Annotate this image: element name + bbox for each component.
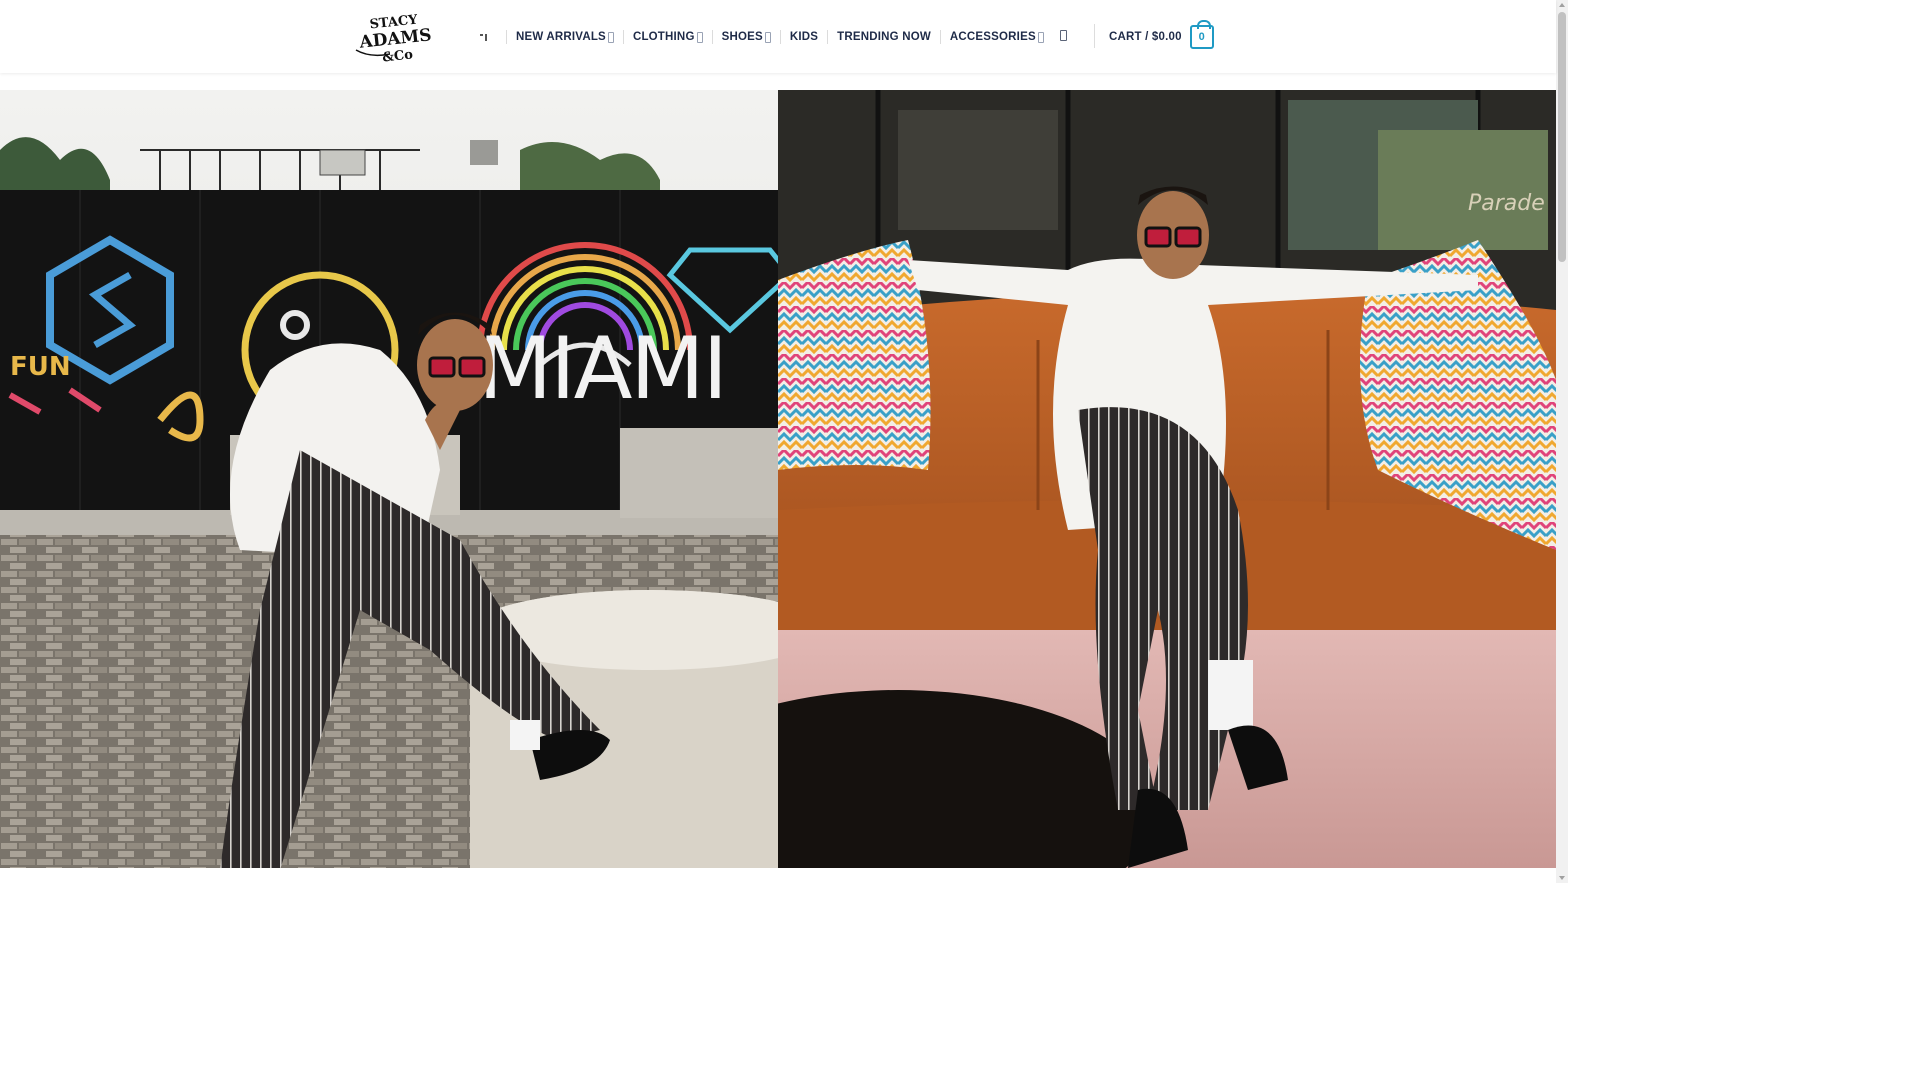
scroll-down-icon[interactable] — [1559, 876, 1565, 880]
miami-neon-photo: FUN MIAMI — [0, 90, 778, 868]
scroll-up-icon[interactable] — [1559, 3, 1565, 7]
nav-label: CLOTHING — [632, 31, 695, 43]
nav-label: TRENDING NOW — [837, 31, 931, 43]
neon-miami-text: MIAMI — [478, 319, 726, 419]
nav-label: NEW ARRIVALS — [516, 31, 606, 43]
nav-new-arrivals[interactable]: NEW ARRIVALS — [516, 27, 614, 47]
hero-image-left[interactable]: FUN MIAMI — [0, 90, 778, 868]
main-nav: NEW ARRIVALS CLOTHING SHOES KIDS TRENDIN… — [470, 27, 1044, 47]
cart-button[interactable]: CART / $0.00 0 — [1109, 20, 1214, 50]
hero-banner: FUN MIAMI Parade — [0, 90, 1556, 868]
brand-logo[interactable]: STACY ADAMS &Co — [350, 10, 438, 64]
neon-fun-text: FUN — [10, 352, 71, 382]
menu-icon[interactable] — [478, 30, 492, 44]
couch-photo: Parade — [778, 90, 1556, 868]
nav-accessories[interactable]: ACCESSORIES — [950, 27, 1044, 47]
nav-divider — [779, 30, 781, 44]
cart-label: CART / $0.00 — [1109, 31, 1182, 43]
sign-text: Parade — [1468, 191, 1545, 216]
search-icon[interactable] — [1056, 28, 1072, 44]
cart-count-badge: 0 — [1189, 20, 1214, 49]
logo-line-3: &Co — [382, 47, 414, 64]
chevron-down-icon — [764, 31, 771, 43]
page: STACY ADAMS &Co NEW ARRIVALS CLOTHING SH… — [0, 0, 1568, 883]
site-header: STACY ADAMS &Co NEW ARRIVALS CLOTHING SH… — [0, 0, 1556, 73]
nav-trending-now[interactable]: TRENDING NOW — [837, 27, 931, 47]
nav-kids[interactable]: KIDS — [790, 27, 818, 47]
nav-divider — [622, 30, 624, 44]
logo-mark: STACY ADAMS &Co — [351, 11, 437, 64]
nav-divider — [827, 30, 829, 44]
nav-label: SHOES — [721, 31, 763, 43]
hero-image-right[interactable]: Parade — [778, 90, 1556, 868]
nav-divider — [506, 30, 507, 44]
header-divider — [1094, 24, 1095, 48]
scroll-thumb[interactable] — [1558, 12, 1566, 262]
chevron-down-icon — [1037, 31, 1044, 43]
nav-label: ACCESSORIES — [949, 31, 1036, 43]
nav-clothing[interactable]: CLOTHING — [633, 27, 703, 47]
nav-divider — [939, 30, 941, 44]
nav-label: KIDS — [789, 31, 819, 43]
nav-divider — [711, 30, 713, 44]
page-scrollbar[interactable] — [1556, 0, 1568, 883]
nav-shoes[interactable]: SHOES — [722, 27, 771, 47]
chevron-down-icon — [696, 31, 703, 43]
chevron-down-icon — [607, 31, 614, 43]
